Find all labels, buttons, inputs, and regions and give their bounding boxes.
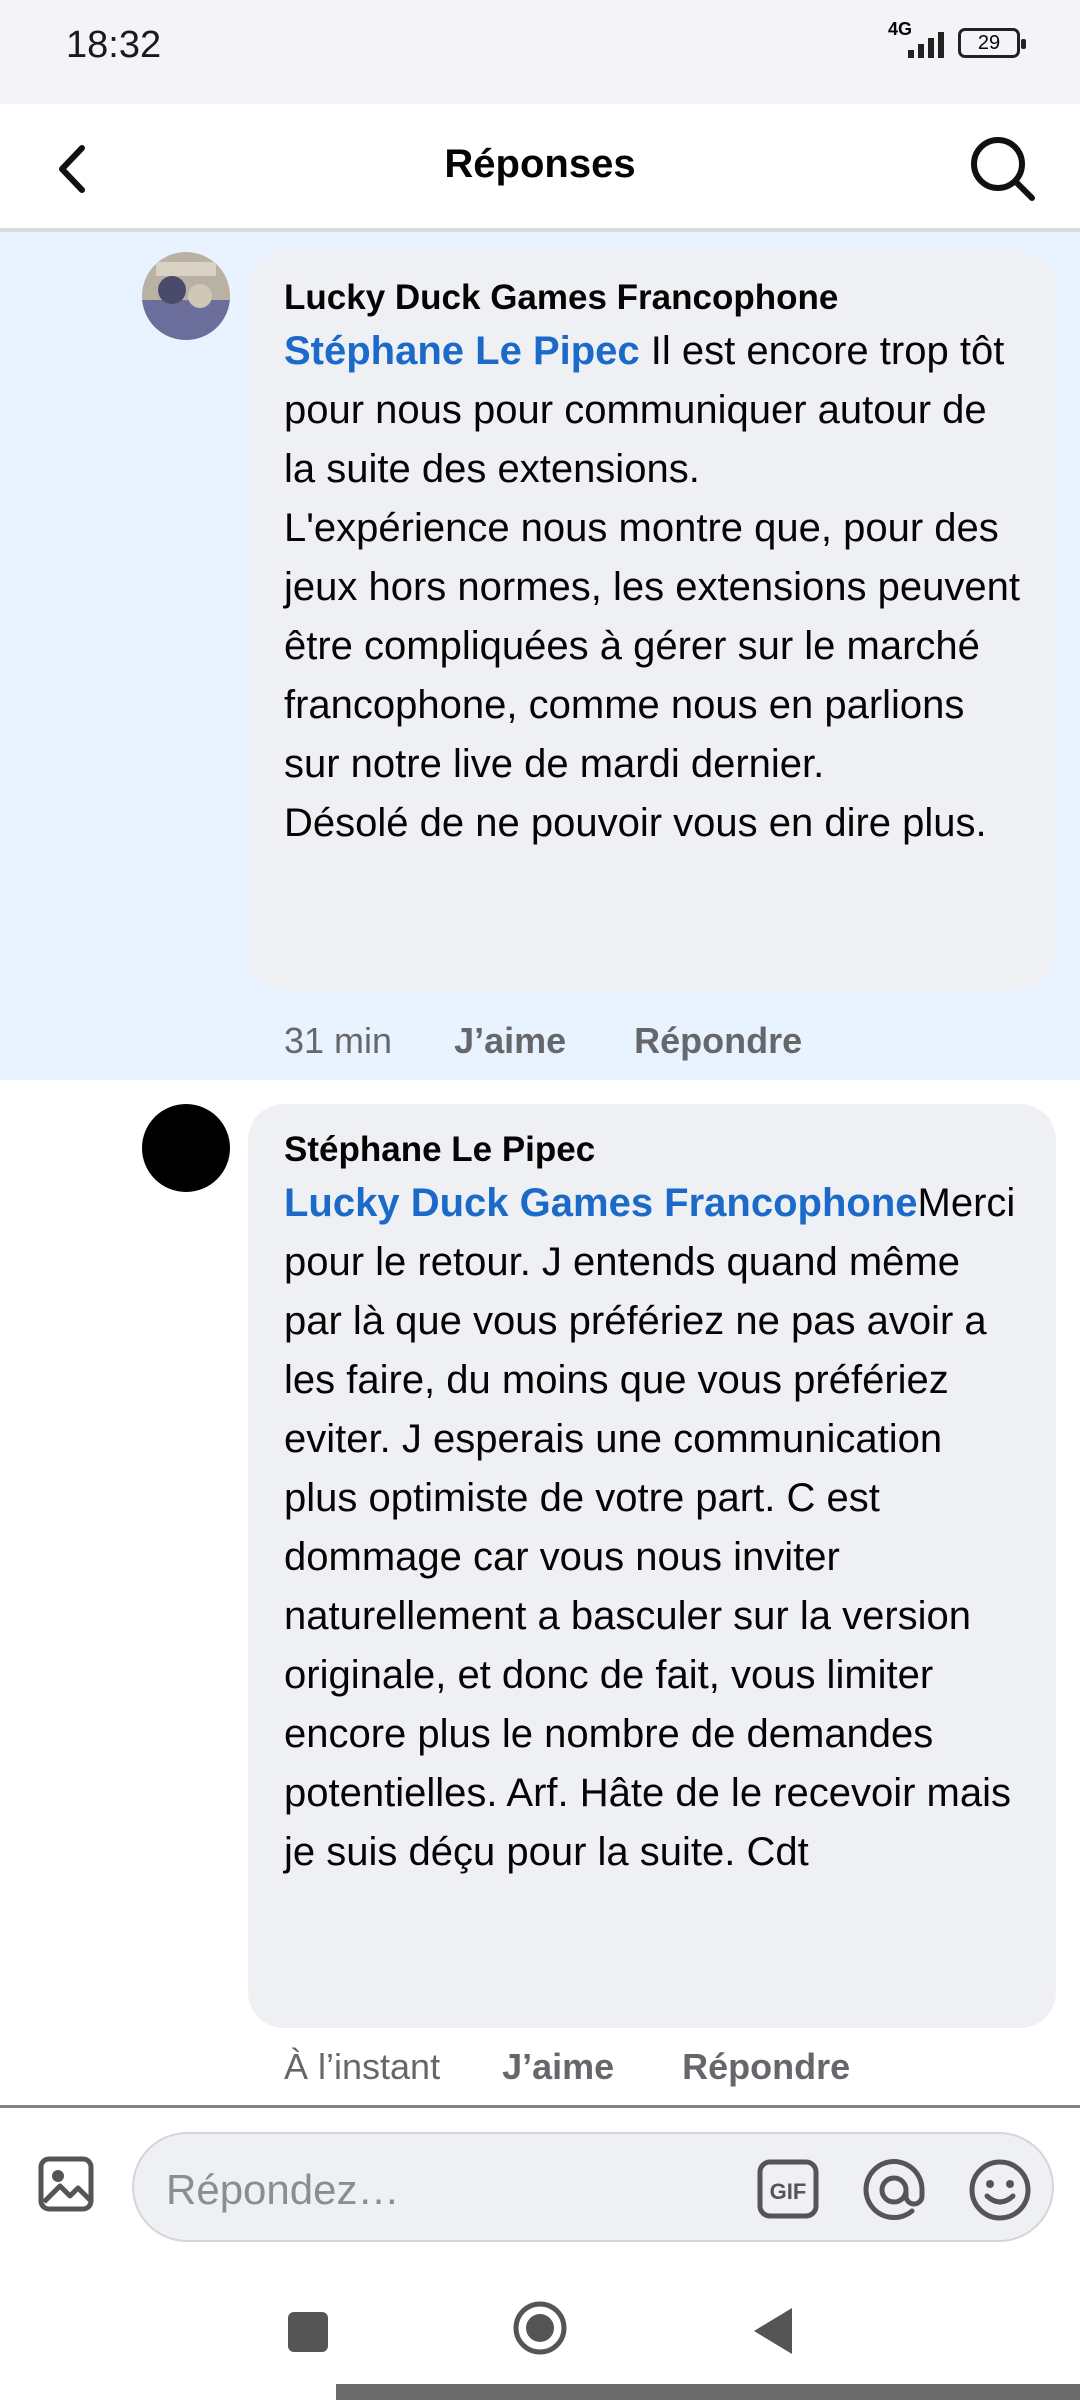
comment-author[interactable]: Lucky Duck Games Francophone <box>284 278 1020 318</box>
comment-text-part: Merci pour le retour. J entends quand mê… <box>284 1181 1016 1874</box>
mention-button[interactable] <box>860 2156 928 2224</box>
search-icon <box>971 137 1035 201</box>
comment-text-part: Désolé de ne pouvoir vous en dire plus. <box>284 801 987 845</box>
nav-back-icon <box>754 2308 792 2354</box>
avatar[interactable] <box>142 1104 230 1192</box>
add-photo-button[interactable] <box>36 2154 96 2214</box>
page-title: Réponses <box>444 142 636 186</box>
status-bar: 18:32 4G 29 <box>0 0 1080 104</box>
avatar[interactable] <box>142 252 230 340</box>
battery-level: 29 <box>977 31 1001 54</box>
nav-back-button[interactable] <box>748 2304 796 2358</box>
nav-home-button[interactable] <box>512 2300 568 2356</box>
comment-bubble: Lucky Duck Games Francophone Stéphane Le… <box>248 252 1056 990</box>
comment-text: Lucky Duck Games FrancophoneMerci pour l… <box>284 1174 1020 1882</box>
reply-input[interactable]: Répondez… GIF <box>132 2132 1054 2242</box>
at-icon <box>863 2159 925 2220</box>
comment-timestamp: À l’instant <box>284 2046 441 2087</box>
signal-icon <box>908 28 944 58</box>
gif-button[interactable]: GIF <box>756 2158 820 2220</box>
emoji-icon <box>969 2159 1031 2221</box>
gif-icon: GIF <box>757 2159 819 2219</box>
comment-text-part: L'expérience nous montre que, pour des j… <box>284 506 1020 786</box>
comment-text: Stéphane Le Pipec Il est encore trop tôt… <box>284 322 1020 853</box>
mention-link[interactable]: Stéphane Le Pipec <box>284 329 640 373</box>
avatar-image <box>142 252 230 340</box>
nav-home-icon <box>513 2301 567 2355</box>
comment-actions: 31 min J’aime Répondre <box>284 1020 870 1062</box>
status-time: 18:32 <box>66 24 162 66</box>
reply-button[interactable]: Répondre <box>682 2046 850 2088</box>
photo-icon <box>38 2156 94 2212</box>
like-button[interactable]: J’aime <box>502 2046 614 2088</box>
reply-placeholder: Répondez… <box>166 2166 400 2213</box>
comment-item: Lucky Duck Games Francophone Stéphane Le… <box>0 232 1080 1080</box>
status-icons: 4G 29 <box>870 19 1026 58</box>
battery-icon: 29 <box>958 28 1026 58</box>
reply-composer: Répondez… GIF <box>0 2108 1080 2260</box>
comment-actions: À l’instant J’aime Répondre <box>284 2046 918 2088</box>
comment-author[interactable]: Stéphane Le Pipec <box>284 1130 1020 1170</box>
nav-handle <box>336 2384 1080 2400</box>
app-header: Réponses <box>0 104 1080 232</box>
search-button[interactable] <box>966 132 1038 204</box>
nav-recents-icon[interactable] <box>288 2312 328 2352</box>
comment-item: Stéphane Le Pipec Lucky Duck Games Franc… <box>0 1080 1080 2105</box>
network-type: 4G <box>887 18 912 39</box>
comment-bubble: Stéphane Le Pipec Lucky Duck Games Franc… <box>248 1104 1056 2028</box>
gif-label: GIF <box>770 2179 807 2204</box>
comment-thread: Lucky Duck Games Francophone Stéphane Le… <box>0 232 1080 2105</box>
emoji-button[interactable] <box>966 2156 1034 2224</box>
like-button[interactable]: J’aime <box>454 1020 566 1062</box>
comment-timestamp: 31 min <box>284 1020 393 1061</box>
reply-button[interactable]: Répondre <box>634 1020 802 1062</box>
mention-link[interactable]: Lucky Duck Games Francophone <box>284 1181 918 1225</box>
system-nav-bar <box>0 2260 1080 2400</box>
